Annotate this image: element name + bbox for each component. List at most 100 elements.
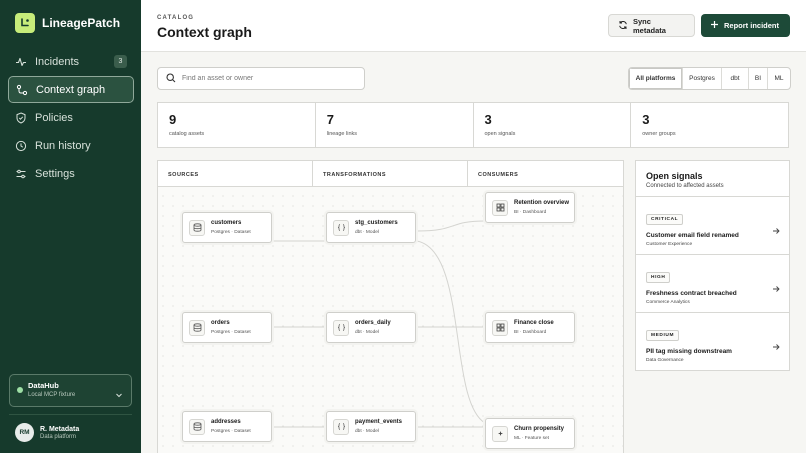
stat-label: lineage links <box>326 131 358 137</box>
status-dot-icon <box>17 387 23 393</box>
brand[interactable]: LineagePatch <box>15 13 120 33</box>
user-profile[interactable]: RM R. Metadata Data platform <box>15 423 79 442</box>
workspace-switcher[interactable]: DataHub Local MCP fixture <box>9 374 132 407</box>
graph-icon <box>16 84 28 96</box>
signal-title: Freshness contract breached <box>646 290 737 297</box>
signal-team: Customer Experience <box>646 242 693 247</box>
sidebar-item-settings[interactable]: Settings <box>8 160 134 187</box>
report-incident-button[interactable]: Report incident <box>701 14 790 37</box>
node-name: orders <box>211 320 230 326</box>
signal-team: Data Governance <box>646 358 684 363</box>
node-stg-customers[interactable]: stg_customers dbt · Model <box>326 212 416 243</box>
signal-item-critical[interactable]: CRITICAL Customer email field renamed Cu… <box>636 196 789 254</box>
database-icon <box>189 319 205 336</box>
page-header: CATALOG Context graph Sync metadata Repo… <box>141 0 806 52</box>
arrow-right-icon <box>772 338 780 356</box>
node-meta: Postgres · Dataset <box>211 330 251 335</box>
node-meta: dbt · Model <box>355 429 379 434</box>
code-icon <box>333 219 349 236</box>
code-icon <box>333 319 349 336</box>
node-name: addresses <box>211 419 241 425</box>
node-meta: Postgres · Dataset <box>211 429 251 434</box>
code-icon <box>333 418 349 435</box>
node-meta: ML · Feature set <box>514 436 550 441</box>
database-icon <box>189 219 205 236</box>
sidebar-item-incidents[interactable]: Incidents 3 <box>8 48 134 75</box>
signal-item-medium[interactable]: MEDIUM PII tag missing downstream Data G… <box>636 312 789 370</box>
node-customers[interactable]: customers Postgres · Dataset <box>182 212 272 243</box>
stat-label: open signals <box>484 131 516 137</box>
severity-badge: MEDIUM <box>646 330 680 341</box>
node-payment-events[interactable]: payment_events dbt · Model <box>326 411 416 442</box>
node-orders-daily[interactable]: orders_daily dbt · Model <box>326 312 416 343</box>
filter-postgres[interactable]: Postgres <box>683 68 722 89</box>
node-name: customers <box>211 220 242 226</box>
refresh-icon <box>618 20 628 32</box>
sidebar-item-context-graph[interactable]: Context graph <box>8 76 134 103</box>
pulse-icon <box>15 56 27 68</box>
shield-icon <box>15 111 27 124</box>
search-icon <box>166 70 176 88</box>
node-meta: Postgres · Dataset <box>211 230 251 235</box>
signal-title: Customer email field renamed <box>646 232 739 239</box>
stat-label: catalog assets <box>169 131 205 137</box>
report-incident-label: Report incident <box>724 21 780 30</box>
stat-value: 3 <box>484 112 492 127</box>
sidebar-item-label: Context graph <box>36 83 106 96</box>
search-field[interactable] <box>157 67 365 90</box>
node-name: stg_customers <box>355 220 398 226</box>
sidebar-nav: Incidents 3 Context graph Policies Run h… <box>8 48 134 188</box>
node-meta: BI · Dashboard <box>514 210 547 215</box>
sidebar-item-label: Settings <box>35 167 75 180</box>
node-meta: BI · Dashboard <box>514 330 547 335</box>
stat-value: 9 <box>169 112 177 127</box>
stat-owner-groups: 3 owner groups <box>631 103 788 147</box>
sync-metadata-label: Sync metadata <box>633 16 666 35</box>
signals-subtitle: Connected to affected assets <box>646 183 724 189</box>
filter-dbt[interactable]: dbt <box>722 68 749 89</box>
node-retention-overview[interactable]: Retention overview BI · Dashboard <box>485 192 575 223</box>
sidebar-item-label: Run history <box>35 139 91 152</box>
node-orders[interactable]: orders Postgres · Dataset <box>182 312 272 343</box>
sidebar-item-label: Incidents <box>35 55 80 68</box>
sliders-icon <box>15 168 27 180</box>
lineage-graph[interactable]: SOURCES TRANSFORMATIONS CONSUMERS custom… <box>157 160 624 453</box>
incident-count-badge: 3 <box>114 55 127 68</box>
severity-badge: CRITICAL <box>646 214 684 225</box>
edge-stg-customers-churn <box>416 240 486 424</box>
node-churn-propensity[interactable]: Churn propensity ML · Feature set <box>485 418 575 449</box>
stat-lineage-links: 7 lineage links <box>316 103 474 147</box>
breadcrumb: CATALOG <box>157 15 195 21</box>
stat-label: owner groups <box>642 131 676 137</box>
signal-team: Commerce Analytics <box>646 300 690 305</box>
filter-bi[interactable]: BI <box>749 68 768 89</box>
search-input[interactable] <box>182 75 362 82</box>
signal-item-high[interactable]: HIGH Freshness contract breached Commerc… <box>636 254 789 312</box>
sidebar-item-policies[interactable]: Policies <box>8 104 134 131</box>
sidebar: LineagePatch Incidents 3 Context graph P… <box>0 0 141 453</box>
arrow-right-icon <box>772 280 780 298</box>
stat-open-signals: 3 open signals <box>474 103 632 147</box>
stat-value: 7 <box>326 112 334 127</box>
sidebar-divider <box>9 414 132 415</box>
filter-all-platforms[interactable]: All platforms <box>629 68 683 89</box>
node-name: Finance close <box>514 320 554 326</box>
stat-catalog-assets: 9 catalog assets <box>158 103 316 147</box>
sidebar-item-run-history[interactable]: Run history <box>8 132 134 159</box>
sync-metadata-button[interactable]: Sync metadata <box>608 14 695 37</box>
page-title: Context graph <box>157 24 252 40</box>
database-icon <box>189 418 205 435</box>
workspace-name: DataHub <box>28 381 59 390</box>
avatar: RM <box>15 423 34 442</box>
brand-name: LineagePatch <box>42 16 121 30</box>
dashboard-icon <box>492 319 508 336</box>
node-name: Churn propensity <box>514 426 565 432</box>
history-icon <box>15 140 27 152</box>
node-finance-close[interactable]: Finance close BI · Dashboard <box>485 312 575 343</box>
sparkle-icon <box>492 425 508 442</box>
filter-ml[interactable]: ML <box>768 68 790 89</box>
node-meta: dbt · Model <box>355 230 379 235</box>
node-addresses[interactable]: addresses Postgres · Dataset <box>182 411 272 442</box>
dashboard-icon <box>492 199 508 216</box>
workspace-subtitle: Local MCP fixture <box>28 392 76 398</box>
